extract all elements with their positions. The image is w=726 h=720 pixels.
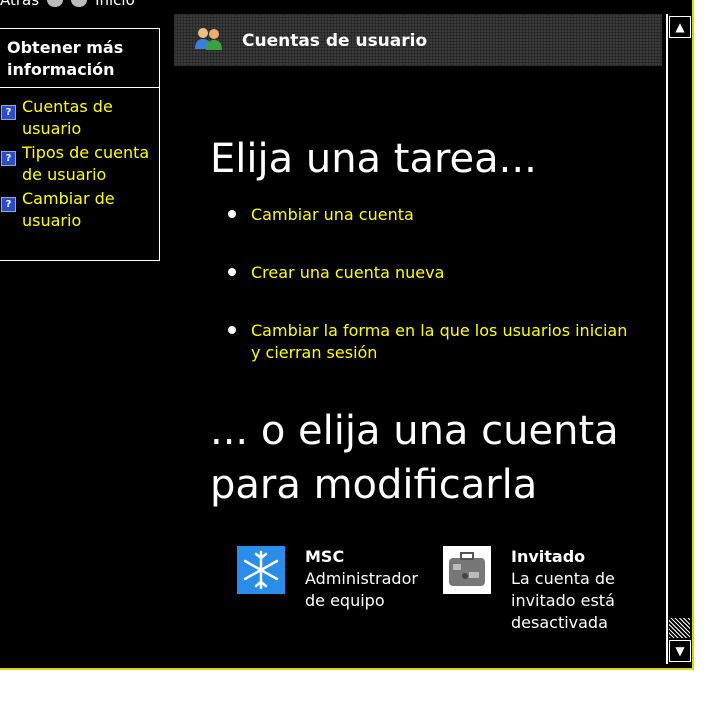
account-description: La cuenta de invitado está desactivada bbox=[511, 569, 615, 632]
help-icon: ? bbox=[1, 197, 16, 212]
learn-more-panel: Obtener más información ? Cuentas de usu… bbox=[0, 28, 160, 261]
accounts-heading: ... o elija una cuenta para modificarla bbox=[210, 408, 619, 508]
vertical-scrollbar[interactable]: ▲ ▼ bbox=[666, 14, 692, 664]
account-name: MSC bbox=[305, 547, 345, 566]
account-name: Invitado bbox=[511, 547, 586, 566]
task-change-account[interactable]: Cambiar una cuenta bbox=[228, 204, 628, 226]
snowflake-icon bbox=[237, 546, 285, 594]
suitcase-icon bbox=[443, 546, 491, 594]
navigation-bar: Atrás Inicio bbox=[0, 0, 135, 9]
learn-more-link-label: Cambiar de usuario bbox=[22, 189, 115, 230]
learn-more-list: ? Cuentas de usuario ? Tipos de cuenta d… bbox=[0, 88, 159, 232]
account-guest[interactable]: Invitado La cuenta de invitado está desa… bbox=[443, 546, 631, 634]
tasks-heading: Elija una tarea... bbox=[210, 136, 537, 182]
home-icon[interactable] bbox=[71, 0, 88, 7]
learn-more-link-accounts[interactable]: ? Cuentas de usuario bbox=[0, 96, 159, 140]
help-icon: ? bbox=[1, 105, 16, 120]
scroll-up-button[interactable]: ▲ bbox=[669, 16, 691, 38]
forward-icon[interactable] bbox=[47, 0, 64, 7]
learn-more-link-label: Cuentas de usuario bbox=[22, 97, 113, 138]
learn-more-link-account-types[interactable]: ? Tipos de cuenta de usuario bbox=[0, 142, 159, 186]
account-msc[interactable]: MSC Administrador de equipo bbox=[237, 546, 425, 612]
scroll-down-button[interactable]: ▼ bbox=[669, 640, 691, 662]
home-button[interactable]: Inicio bbox=[95, 0, 135, 9]
page-header: Cuentas de usuario bbox=[174, 14, 662, 66]
learn-more-title: Obtener más información bbox=[0, 29, 159, 88]
page-title: Cuentas de usuario bbox=[242, 31, 428, 51]
control-panel-window: Atrás Inicio Obtener más información ? C… bbox=[0, 0, 694, 670]
learn-more-link-label: Tipos de cuenta de usuario bbox=[22, 143, 150, 184]
task-list: Cambiar una cuenta Crear una cuenta nuev… bbox=[228, 204, 628, 364]
learn-more-link-switch-user[interactable]: ? Cambiar de usuario bbox=[0, 188, 159, 232]
account-description: Administrador de equipo bbox=[305, 569, 418, 610]
task-change-logon[interactable]: Cambiar la forma en la que los usuarios … bbox=[228, 320, 628, 364]
users-icon bbox=[195, 28, 222, 50]
help-icon: ? bbox=[1, 151, 16, 166]
back-button[interactable]: Atrás bbox=[0, 0, 39, 9]
task-create-account[interactable]: Crear una cuenta nueva bbox=[228, 262, 628, 284]
scroll-thumb[interactable] bbox=[669, 618, 690, 638]
